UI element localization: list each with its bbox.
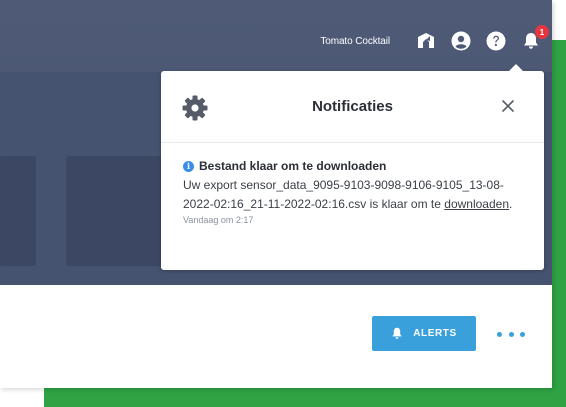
user-icon[interactable]	[450, 30, 472, 52]
more-dot-icon	[497, 331, 502, 337]
dashboard-icon[interactable]	[415, 30, 437, 52]
more-dot-icon	[508, 331, 514, 337]
close-icon[interactable]	[501, 99, 515, 113]
content-toolbar: ALERTS	[0, 285, 552, 388]
dashboard-card[interactable]	[0, 156, 36, 266]
notification-message-suffix: .	[509, 197, 513, 211]
bell-icon	[392, 327, 402, 339]
notifications-panel: Notificaties i Bestand klaar om te downl…	[161, 64, 544, 270]
app-window: Tomato Cocktail 1 Notificaties i Bestand…	[0, 0, 552, 388]
bell-icon[interactable]: 1	[520, 25, 549, 52]
notification-item[interactable]: i Bestand klaar om te downloaden Uw expo…	[161, 143, 544, 225]
alerts-button-label: ALERTS	[413, 328, 457, 339]
notification-count-badge: 1	[535, 25, 549, 39]
notification-item-title: i Bestand klaar om te downloaden	[183, 159, 544, 173]
download-link[interactable]: downloaden	[444, 197, 509, 211]
notifications-title: Notificaties	[312, 98, 393, 115]
dashboard-card[interactable]	[66, 156, 166, 266]
info-icon: i	[183, 160, 194, 172]
more-dot-icon	[520, 331, 525, 337]
notifications-header: Notificaties	[161, 71, 544, 143]
alerts-button[interactable]: ALERTS	[372, 316, 476, 351]
gear-icon[interactable]	[180, 93, 210, 128]
notification-title-text: Bestand klaar om te downloaden	[199, 159, 387, 173]
top-navigation: Tomato Cocktail 1	[320, 25, 549, 52]
notification-timestamp: Vandaag om 2:17	[183, 215, 254, 225]
help-icon[interactable]	[485, 30, 507, 52]
company-name[interactable]: Tomato Cocktail	[320, 36, 390, 47]
notification-message: Uw export sensor_data_9095-9103-9098-910…	[183, 176, 513, 214]
more-options-button[interactable]	[497, 327, 525, 341]
